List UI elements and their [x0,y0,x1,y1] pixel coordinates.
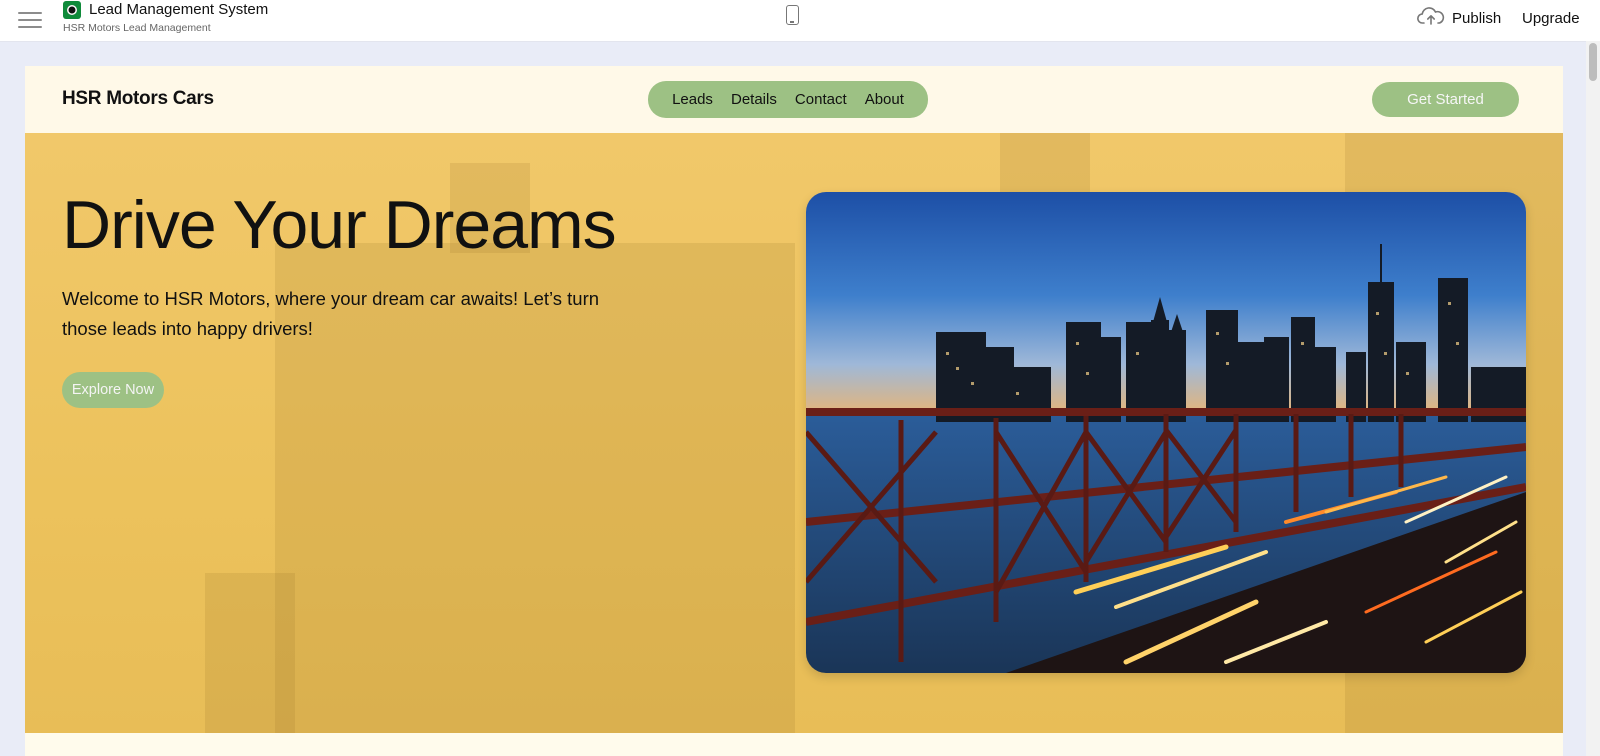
nav-link-details[interactable]: Details [731,91,777,108]
app-top-bar: Lead Management System HSR Motors Lead M… [0,0,1600,42]
hero-background-building-left [205,573,295,733]
website-preview: HSR Motors Cars Leads Details Contact Ab… [25,66,1563,756]
hero-title: Drive Your Dreams [62,187,617,263]
nav-link-leads[interactable]: Leads [672,91,713,108]
app-subtitle: HSR Motors Lead Management [63,22,211,34]
vertical-scrollbar[interactable] [1586,41,1600,756]
explore-now-button[interactable]: Explore Now [62,372,164,408]
upgrade-button[interactable]: Upgrade [1522,10,1580,27]
site-navbar: HSR Motors Cars Leads Details Contact Ab… [25,66,1563,133]
cloud-upload-icon[interactable] [1417,6,1445,26]
hero-city-bridge-image [806,192,1526,673]
hero-description: Welcome to HSR Motors, where your dream … [62,288,600,339]
nav-link-about[interactable]: About [865,91,904,108]
hero-section: Drive Your Dreams Welcome to HSR Motors,… [25,133,1563,733]
mobile-device-icon[interactable] [786,5,799,25]
menu-icon[interactable] [18,8,42,30]
scrollbar-thumb[interactable] [1589,43,1597,81]
nav-link-contact[interactable]: Contact [795,91,847,108]
app-logo-icon [63,1,81,19]
next-section [25,733,1563,756]
hero-background-tower [1000,133,1090,193]
app-title: Lead Management System [89,1,269,18]
publish-button[interactable]: Publish [1452,10,1501,27]
nav-menu: Leads Details Contact About [648,81,928,118]
site-brand[interactable]: HSR Motors Cars [62,88,214,110]
get-started-button[interactable]: Get Started [1372,82,1519,117]
